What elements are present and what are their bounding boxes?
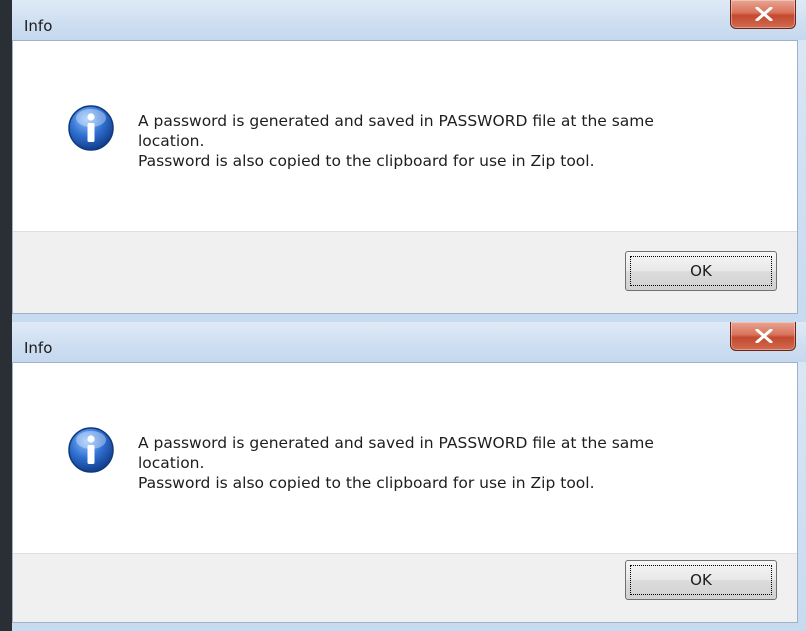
close-button[interactable] [730, 322, 796, 351]
dialog-title: Info [24, 339, 53, 357]
message-text: A password is generated and saved in PAS… [138, 433, 778, 493]
ok-button-label: OK [690, 262, 712, 280]
dialog-client-area: A password is generated and saved in PAS… [12, 40, 798, 314]
message-line-3: Password is also copied to the clipboard… [138, 474, 595, 492]
close-icon [755, 7, 773, 21]
button-bar: OK [13, 553, 797, 622]
message-line-1: A password is generated and saved in PAS… [138, 434, 654, 452]
message-area: A password is generated and saved in PAS… [13, 41, 797, 231]
button-bar: OK [13, 231, 797, 313]
dialog-title: Info [24, 17, 53, 35]
title-bar[interactable]: Info [12, 322, 806, 362]
message-line-2: location. [138, 132, 205, 150]
dialog-client-area: A password is generated and saved in PAS… [12, 362, 798, 623]
ok-button-label: OK [690, 571, 712, 589]
info-dialog-2: Info A password is generated and saved i… [0, 322, 806, 631]
info-dialog-1: Info A password is generated and saved i… [0, 0, 806, 322]
message-area: A password is generated and saved in PAS… [13, 363, 797, 553]
message-text: A password is generated and saved in PAS… [138, 111, 778, 171]
ok-button[interactable]: OK [625, 251, 777, 291]
info-icon [68, 105, 114, 151]
message-line-2: location. [138, 454, 205, 472]
message-line-1: A password is generated and saved in PAS… [138, 112, 654, 130]
dialog-stack: Info A password is generated and saved i… [0, 0, 806, 631]
close-button[interactable] [730, 0, 796, 29]
info-icon [68, 427, 114, 473]
close-icon [755, 329, 773, 343]
title-bar[interactable]: Info [12, 0, 806, 40]
ok-button[interactable]: OK [625, 560, 777, 600]
message-line-3: Password is also copied to the clipboard… [138, 152, 595, 170]
